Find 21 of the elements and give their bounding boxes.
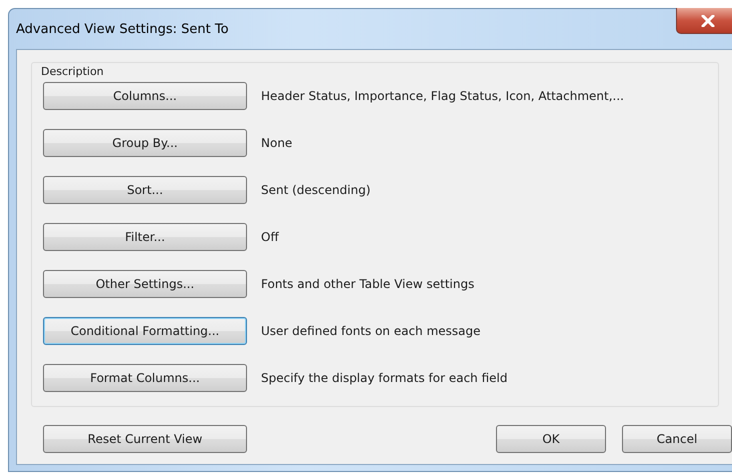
ok-button[interactable]: OK: [496, 425, 606, 453]
reset-button[interactable]: Reset Current View: [43, 425, 247, 453]
setting-description: Specify the display formats for each field: [261, 371, 508, 385]
settings-button[interactable]: Other Settings...: [43, 270, 247, 298]
setting-description: Header Status, Importance, Flag Status, Icon, Attachment,...: [261, 89, 624, 103]
setting-description: User defined fonts on each message: [261, 324, 481, 338]
settings-button[interactable]: Filter...: [43, 223, 247, 251]
settings-button[interactable]: Sort...: [43, 176, 247, 204]
settings-button[interactable]: Format Columns...: [43, 364, 247, 392]
settings-button[interactable]: Group By...: [43, 129, 247, 157]
setting-description: None: [261, 136, 292, 150]
close-icon: [700, 14, 714, 26]
settings-button[interactable]: Columns...: [43, 82, 247, 110]
settings-button[interactable]: Conditional Formatting...: [43, 317, 247, 345]
setting-description: Sent (descending): [261, 183, 370, 197]
group-label: Description: [41, 65, 105, 78]
setting-description: Off: [261, 230, 279, 244]
setting-description: Fonts and other Table View settings: [261, 277, 474, 291]
cancel-button[interactable]: Cancel: [622, 425, 732, 453]
window-title: Advanced View Settings: Sent To: [16, 22, 229, 37]
close-button[interactable]: [676, 8, 732, 34]
